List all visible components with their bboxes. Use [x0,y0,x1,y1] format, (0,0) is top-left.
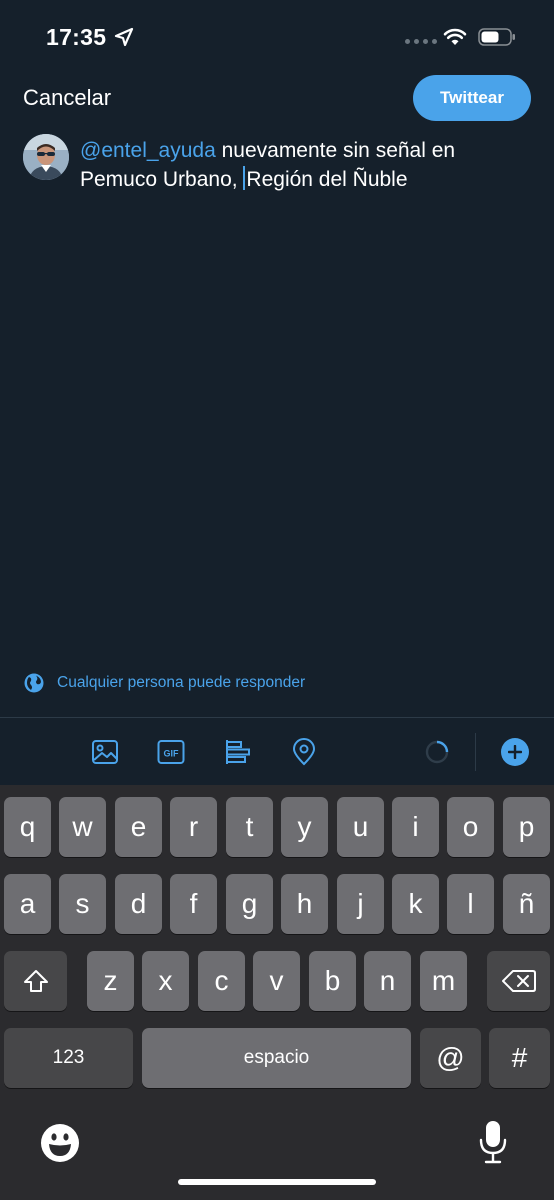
compose-toolbar: GIF [0,718,554,784]
avatar[interactable] [23,134,69,180]
reply-setting[interactable]: Cualquier persona puede responder [24,673,305,693]
shift-icon [23,970,48,992]
toolbar-separator [475,733,476,771]
key-t[interactable]: t [226,797,273,857]
key-a[interactable]: a [4,874,51,934]
key-c[interactable]: c [198,951,245,1011]
microphone-icon[interactable] [478,1120,508,1164]
key-v[interactable]: v [253,951,300,1011]
numbers-key[interactable]: 123 [4,1028,133,1088]
key-r[interactable]: r [170,797,217,857]
key-q[interactable]: q [4,797,51,857]
poll-icon[interactable] [224,738,252,766]
space-key[interactable]: espacio [142,1028,411,1088]
key-j[interactable]: j [337,874,384,934]
key-i[interactable]: i [392,797,439,857]
hash-key[interactable]: # [489,1028,550,1088]
cancel-button[interactable]: Cancelar [23,85,111,111]
audio-waveform-icon[interactable] [25,738,53,766]
key-x[interactable]: x [142,951,189,1011]
gif-icon[interactable]: GIF [157,738,185,766]
emoji-icon[interactable] [40,1123,80,1163]
globe-icon [24,673,44,693]
cellular-signal-icon [405,39,437,44]
add-tweet-button[interactable] [501,738,529,766]
wifi-icon [443,28,467,45]
character-count-ring [425,740,449,764]
delete-key[interactable] [487,951,550,1011]
status-bar: 17:35 [0,0,554,74]
key-o[interactable]: o [447,797,494,857]
shift-key[interactable] [4,951,67,1011]
image-icon[interactable] [91,738,119,766]
at-key[interactable]: @ [420,1028,481,1088]
key-b[interactable]: b [309,951,356,1011]
key-p[interactable]: p [503,797,550,857]
key-y[interactable]: y [281,797,328,857]
key-g[interactable]: g [226,874,273,934]
key-f[interactable]: f [170,874,217,934]
tweet-compose-input[interactable]: @entel_ayuda nuevamente sin señal en Pem… [80,136,530,194]
reply-setting-label: Cualquier persona puede responder [57,674,306,691]
key-n-tilde[interactable]: ñ [503,874,550,934]
key-e[interactable]: e [115,797,162,857]
key-u[interactable]: u [337,797,384,857]
location-arrow-icon [114,27,134,47]
keyboard: q w e r t y u i o p a s d f g h j k l ñ … [0,785,554,1200]
battery-icon [478,28,515,46]
key-d[interactable]: d [115,874,162,934]
location-pin-icon[interactable] [290,738,318,766]
key-s[interactable]: s [59,874,106,934]
key-h[interactable]: h [281,874,328,934]
home-indicator[interactable] [178,1179,376,1185]
key-w[interactable]: w [59,797,106,857]
key-z[interactable]: z [87,951,134,1011]
tweet-button[interactable]: Twittear [413,75,531,121]
status-time: 17:35 [46,24,107,50]
svg-text:GIF: GIF [164,749,180,759]
plus-icon [508,745,522,759]
key-n[interactable]: n [364,951,411,1011]
mention-link[interactable]: @entel_ayuda [80,139,216,162]
key-l[interactable]: l [447,874,494,934]
compose-text-part-after: Región del Ñuble [246,168,408,191]
key-k[interactable]: k [392,874,439,934]
backspace-icon [501,970,536,992]
key-m[interactable]: m [420,951,467,1011]
